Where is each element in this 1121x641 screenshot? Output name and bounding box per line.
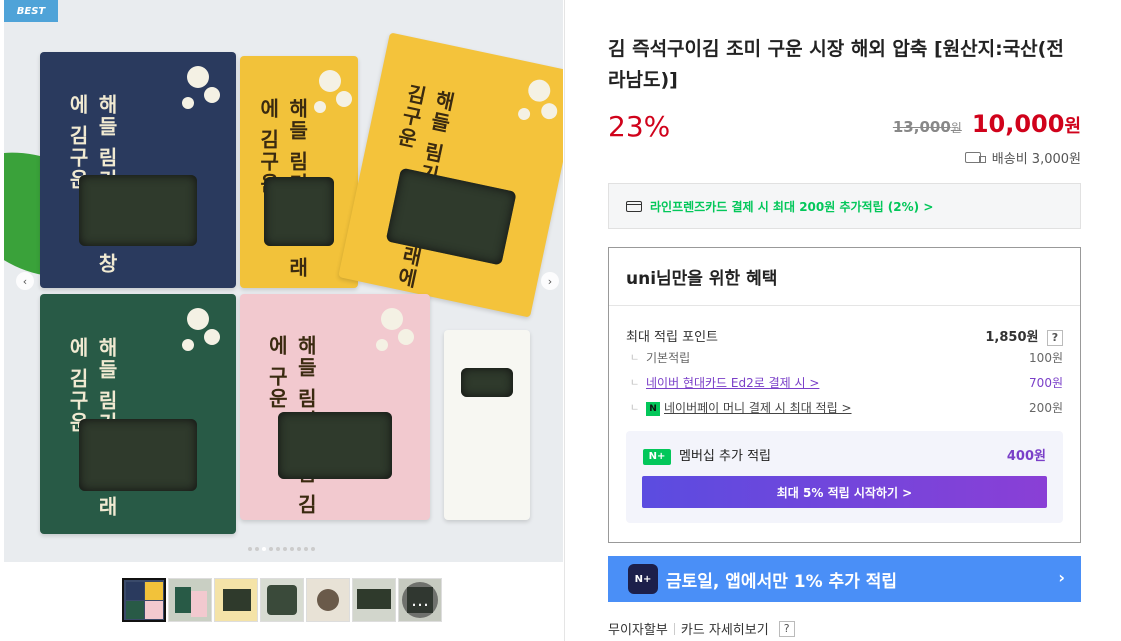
membership-row: N+ 멤버십 추가 적립 400원 xyxy=(643,445,1046,465)
image-pagination-dots xyxy=(248,547,315,551)
help-icon[interactable]: ? xyxy=(1047,329,1063,346)
npay-value: 200원 xyxy=(1029,401,1063,415)
divider xyxy=(673,622,675,635)
card-promo-text: 라인프렌즈카드 결제 시 최대 200원 추가적립 (2%) > xyxy=(650,199,934,214)
payment-links: 무이자할부 카드 자세히보기 ? xyxy=(608,619,795,638)
max-points-row: 최대 적립 포인트 1,850원 ? xyxy=(626,326,1063,346)
pagination-dot[interactable] xyxy=(311,547,315,551)
npay-row: N 네이버페이 머니 결제 시 최대 적립 > 200원 xyxy=(626,399,1063,416)
thumbnail-4[interactable] xyxy=(260,578,304,622)
benefit-header: uni님만을 위한 혜택 xyxy=(609,248,1080,306)
prev-image-button[interactable]: ‹ xyxy=(16,272,34,290)
best-badge: BEST xyxy=(4,0,58,22)
thumbnail-1[interactable] xyxy=(122,578,166,622)
main-product-image[interactable]: BEST 해들 림기 곰름 창에 김구운 해들 림기 재름 래에 김구운 해들 … xyxy=(4,0,563,562)
flower-decoration xyxy=(186,308,209,331)
thumbnail-6[interactable] xyxy=(352,578,396,622)
product-title: 김 즉석구이김 조미 구운 시장 해외 압축 [원산지:국산(전라남도)] xyxy=(608,38,1064,91)
shipping-fee: 배송비 3,000원 xyxy=(991,152,1081,167)
membership-value: 400원 xyxy=(1006,449,1046,464)
naver-card-link[interactable]: 네이버 현대카드 Ed2로 결제 시 > xyxy=(646,376,819,390)
thumbnail-strip xyxy=(122,578,442,622)
npay-icon: N xyxy=(646,401,660,416)
product-pack-3: 해들 림기 재름 래에 김구운 xyxy=(338,32,563,318)
base-points-label: 기본적립 xyxy=(626,349,690,366)
app-promo-text: 금토일, 앱에서만 1% 추가 적립 xyxy=(666,571,898,592)
pagination-dot-active[interactable] xyxy=(262,547,266,551)
membership-box: N+ 멤버십 추가 적립 400원 최대 5% 적립 시작하기 > xyxy=(626,431,1063,523)
seaweed-image xyxy=(461,368,513,397)
naver-card-row: 네이버 현대카드 Ed2로 결제 시 > 700원 xyxy=(626,374,1063,391)
card-detail-link[interactable]: 카드 자세히보기 xyxy=(681,619,769,638)
seaweed-image xyxy=(79,174,197,246)
credit-card-icon xyxy=(626,200,642,212)
pagination-dot[interactable] xyxy=(297,547,301,551)
membership-start-button[interactable]: 최대 5% 적립 시작하기 > xyxy=(642,476,1047,508)
product-pack-1: 해들 림기 곰름 창에 김구운 xyxy=(40,52,236,288)
pagination-dot[interactable] xyxy=(290,547,294,551)
card-promo-banner[interactable]: 라인프렌즈카드 결제 시 최대 200원 추가적립 (2%) > xyxy=(608,183,1081,229)
naver-card-value: 700원 xyxy=(1029,376,1063,390)
thumbnail-5[interactable] xyxy=(306,578,350,622)
product-gallery: BEST 해들 림기 곰름 창에 김구운 해들 림기 재름 래에 김구운 해들 … xyxy=(0,0,565,641)
product-pack-5: 해들 림기 돌름 김에 구운 xyxy=(240,294,430,520)
pagination-dot[interactable] xyxy=(276,547,280,551)
naver-plus-logo-icon: N+ xyxy=(628,564,658,594)
product-pack-2: 해들 림기 재름 래에 김구운 xyxy=(240,56,358,288)
chat-bubble-icon[interactable]: … xyxy=(402,582,438,618)
thumbnail-3[interactable] xyxy=(214,578,258,622)
discount-rate: 23% xyxy=(608,110,671,143)
seaweed-image xyxy=(263,176,335,247)
chevron-right-icon: › xyxy=(1058,568,1065,587)
product-pack-4: 해들 림기 파름 래에 김구운 xyxy=(40,294,236,534)
truck-icon xyxy=(964,152,986,163)
pagination-dot[interactable] xyxy=(255,547,259,551)
app-promo-banner[interactable]: N+ 금토일, 앱에서만 1% 추가 적립 › xyxy=(608,556,1081,602)
seaweed-image xyxy=(79,418,197,491)
shipping-info: 배송비 3,000원 xyxy=(964,148,1081,167)
sale-price: 10,000원 xyxy=(971,110,1081,138)
benefit-box: uni님만을 위한 혜택 최대 적립 포인트 1,850원 ? 기본적립 100… xyxy=(608,247,1081,543)
npay-link[interactable]: 네이버페이 머니 결제 시 최대 적립 > xyxy=(664,401,852,415)
flower-decoration xyxy=(319,69,342,92)
original-price: 13,000원 xyxy=(892,118,962,136)
pagination-dot[interactable] xyxy=(283,547,287,551)
base-points-value: 100원 xyxy=(1029,351,1063,365)
installment-link[interactable]: 무이자할부 xyxy=(608,619,668,638)
max-points-label: 최대 적립 포인트 xyxy=(626,330,718,346)
flower-decoration xyxy=(186,66,209,89)
pagination-dot[interactable] xyxy=(248,547,252,551)
price-row: 13,000원 10,000원 xyxy=(893,110,1081,138)
membership-label: 멤버십 추가 적립 xyxy=(679,449,771,464)
product-pack-6 xyxy=(444,330,530,520)
naver-plus-icon: N+ xyxy=(643,448,671,465)
thumbnail-2[interactable] xyxy=(168,578,212,622)
help-icon[interactable]: ? xyxy=(778,620,795,637)
base-points-row: 기본적립 100원 xyxy=(626,349,1063,366)
pagination-dot[interactable] xyxy=(269,547,273,551)
seaweed-image xyxy=(278,411,392,480)
max-points-value: 1,850원 xyxy=(985,330,1039,345)
flower-decoration xyxy=(525,77,552,104)
flower-decoration xyxy=(381,307,404,330)
pagination-dot[interactable] xyxy=(304,547,308,551)
next-image-button[interactable]: › xyxy=(541,272,559,290)
